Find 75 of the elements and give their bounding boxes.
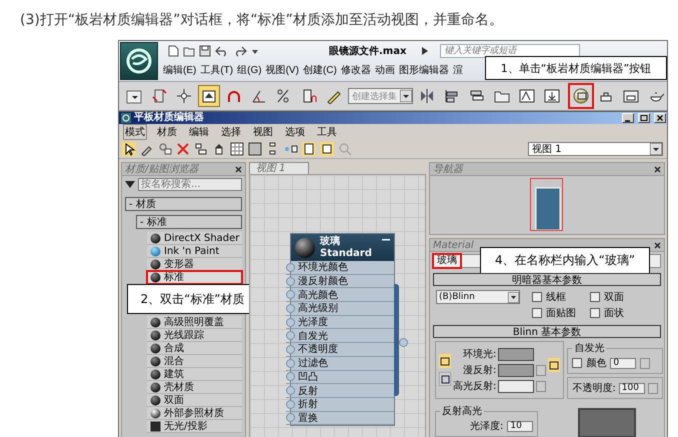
slot-label: 高光级别 xyxy=(298,302,338,316)
menu-item[interactable]: 视图(V) xyxy=(266,63,299,77)
material-item[interactable]: 外部参照材质 xyxy=(147,407,242,420)
menu-item[interactable]: 创建(C) xyxy=(302,63,337,77)
slot-label: 不透明度 xyxy=(298,342,338,356)
menu-item[interactable]: 编辑 xyxy=(187,124,211,140)
material-item[interactable]: 光线跟踪 xyxy=(147,329,242,342)
material-item[interactable]: DirectX Shader xyxy=(147,232,242,245)
menu-item[interactable]: 工具 xyxy=(315,124,339,140)
search-field[interactable]: 键入关键字或短语 xyxy=(440,44,580,58)
material-item[interactable]: Ink 'n Paint xyxy=(147,245,242,258)
checkbox-label: 面状 xyxy=(604,306,624,320)
material-item[interactable]: 双面 xyxy=(147,394,242,407)
menu-item[interactable]: 修改器 xyxy=(340,63,371,77)
panel-title: Material xyxy=(433,240,474,250)
file-title: 眼镜源文件.max xyxy=(329,44,406,58)
menu-item[interactable]: 选择 xyxy=(219,124,243,140)
menu-item[interactable]: 选项 xyxy=(283,124,307,140)
panel-title: 材质/贴图浏览器 xyxy=(125,162,198,176)
view-dropdown[interactable]: 视图 1 xyxy=(528,142,663,156)
slot-label: 光泽度 xyxy=(298,316,328,330)
slot-label: 折射 xyxy=(298,398,318,412)
material-item[interactable]: 高级照明覆盖 xyxy=(147,316,242,329)
checkbox-label: 线框 xyxy=(546,290,566,304)
checkbox-label: 双面 xyxy=(604,291,624,304)
slot-label: 反射 xyxy=(298,384,318,398)
color-label: 高光反射: xyxy=(453,380,496,393)
callout-tooltip: 4、在名称栏内输入“玻璃” xyxy=(480,247,650,274)
menu-item[interactable]: 模式 xyxy=(123,124,147,140)
slot-label: 过滤色 xyxy=(298,356,328,370)
callout-tooltip: 1、单击“板岩材质编辑器”按钮 xyxy=(485,56,667,80)
rollout-header[interactable]: Blinn 基本参数 xyxy=(433,325,661,338)
node-type: Standard xyxy=(320,248,372,260)
panel-title: 导航器 xyxy=(433,162,463,176)
slot-label: 高光颜色 xyxy=(298,288,338,302)
slot-label: 漫反射颜色 xyxy=(298,274,348,288)
gloss-label: 光泽度: xyxy=(470,420,504,433)
checkbox-label: 颜色 xyxy=(586,356,606,370)
instruction-text: (3)打开“板岩材质编辑器”对话框，将“标准”材质添加至活动视图，并重命名。 xyxy=(20,11,504,29)
spinner-field[interactable]: 100 xyxy=(618,382,645,394)
spinner-field[interactable]: 0 xyxy=(610,358,636,368)
material-item[interactable]: 合成 xyxy=(147,342,242,355)
group-title: 反射高光 xyxy=(441,404,483,418)
color-label: 环境光: xyxy=(463,348,496,361)
spinner-field[interactable]: 10 xyxy=(507,420,534,432)
group-header[interactable]: - 标准 xyxy=(136,215,242,229)
menu-item[interactable]: 编辑(E) xyxy=(163,63,196,77)
menu-item[interactable]: 动画 xyxy=(374,63,395,77)
menu-item[interactable]: 图形编辑器 xyxy=(398,63,449,77)
rollout-header[interactable]: 明暗器基本参数 xyxy=(433,273,661,286)
material-item[interactable]: 变形器 xyxy=(147,258,242,271)
window-title: 平板材质编辑器 xyxy=(134,112,204,124)
material-item[interactable]: 无光/投影 xyxy=(147,420,242,433)
menu-item[interactable]: 材质 xyxy=(155,124,179,140)
checkbox-label: 面贴图 xyxy=(546,306,576,320)
color-label: 漫反射: xyxy=(463,364,496,377)
shader-dropdown[interactable]: (B)Blinn xyxy=(436,290,520,304)
opacity-label: 不透明度: xyxy=(572,382,616,395)
material-item[interactable]: 标准 xyxy=(147,271,242,284)
view-tab[interactable]: 视图 1 xyxy=(249,162,309,174)
slot-label: 环境光颜色 xyxy=(298,260,348,274)
node-name: 玻璃 xyxy=(320,236,341,248)
material-item[interactable]: 建筑 xyxy=(147,368,242,381)
group-title: 自发光 xyxy=(573,342,606,355)
menu-item[interactable]: 视图 xyxy=(251,124,275,140)
material-item[interactable]: 壳材质 xyxy=(147,381,242,394)
group-header[interactable]: - 材质 xyxy=(125,197,242,211)
slot-label: 自发光 xyxy=(298,330,328,343)
slot-label: 置换 xyxy=(298,412,318,425)
search-field[interactable]: 按名称搜索... xyxy=(138,178,242,191)
menu-item[interactable]: 渲 xyxy=(452,63,463,77)
slot-label: 凹凸 xyxy=(298,370,318,384)
menu-item[interactable]: 工具(T) xyxy=(200,63,234,77)
menu-item[interactable]: 组(G) xyxy=(237,63,262,77)
material-item[interactable]: 混合 xyxy=(147,355,242,368)
